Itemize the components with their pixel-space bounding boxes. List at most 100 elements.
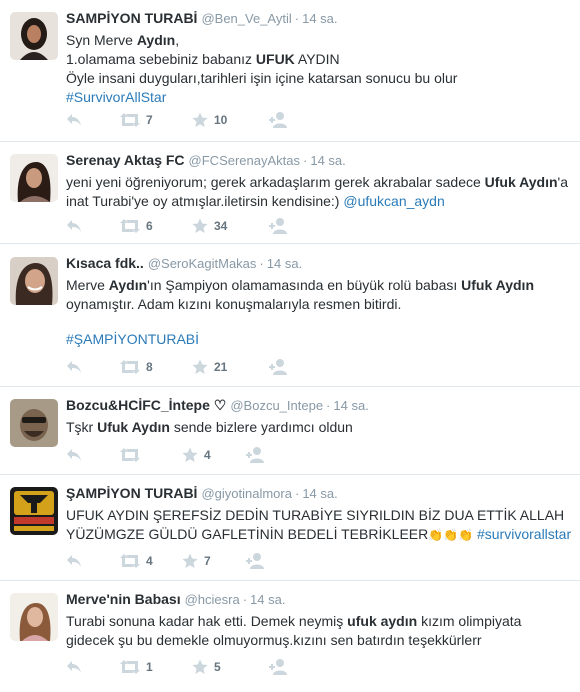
separator-dot: · — [326, 398, 331, 413]
retweet-button[interactable]: 7 — [120, 110, 153, 130]
timestamp[interactable]: 14 sa. — [310, 153, 345, 168]
reply-icon — [67, 661, 81, 673]
retweet-count: 4 — [146, 554, 153, 568]
timestamp[interactable]: 14 sa. — [250, 592, 285, 607]
timestamp[interactable]: 14 sa. — [302, 11, 337, 26]
follow-button[interactable] — [269, 216, 289, 236]
fullname[interactable]: Bozcu&HCİFC_İntepe ♡ — [66, 397, 226, 413]
reply-button[interactable] — [66, 357, 82, 377]
tweet[interactable]: ŞAMPİYON TURABİ @giyotinalmora · 14 sa. UFU… — [0, 475, 580, 581]
follow-button[interactable] — [269, 357, 289, 377]
follow-button[interactable] — [269, 110, 289, 130]
reply-button[interactable] — [66, 657, 82, 677]
tweet[interactable]: Kısaca fdk.. @SeroKagitMakas · 14 sa. Merve… — [0, 244, 580, 387]
retweet-icon — [120, 113, 140, 127]
text-segment: UFUK AYDIN ŞEREFSİZ DEDİN TURABİYE SIYRI… — [66, 507, 565, 523]
reply-button[interactable] — [66, 216, 82, 236]
follow-icon — [269, 218, 287, 234]
username[interactable]: @Bozcu_Intepe — [230, 398, 323, 413]
username[interactable]: @Ben_Ve_Aytil — [201, 11, 291, 26]
reply-icon — [67, 449, 81, 461]
follow-icon — [269, 659, 287, 675]
tweet-actions: 1 5 — [66, 657, 466, 677]
highlight: UFUK — [255, 51, 295, 67]
reply-button[interactable] — [66, 110, 82, 130]
tweet[interactable]: Merve'nin Babası @hciesra · 14 sa. Turabi s… — [0, 581, 580, 692]
avatar[interactable] — [10, 154, 58, 202]
tweet-actions: 4 — [66, 445, 466, 465]
username[interactable]: @hciesra — [185, 592, 240, 607]
fullname[interactable]: Merve'nin Babası — [66, 591, 181, 607]
retweet-button[interactable]: 4 — [120, 551, 153, 571]
retweet-count: 8 — [146, 360, 153, 374]
tweet-header: Merve'nin Babası @hciesra · 14 sa. — [66, 590, 572, 609]
avatar[interactable] — [10, 487, 58, 535]
retweet-count: 1 — [146, 660, 153, 674]
like-count: 5 — [214, 660, 221, 674]
mention-link[interactable]: @ufukcan_aydn — [343, 193, 444, 209]
separator-dot: · — [259, 256, 264, 271]
like-count: 21 — [214, 360, 228, 374]
follow-icon — [246, 553, 264, 569]
fullname[interactable]: Serenay Aktaş FC — [66, 152, 185, 168]
text-segment: Syn Merve — [66, 32, 137, 48]
tweet-header: Kısaca fdk.. @SeroKagitMakas · 14 sa. — [66, 254, 572, 273]
avatar[interactable] — [10, 12, 58, 60]
text-segment: gidecek şu bu demekle olmuyormuş.kızını … — [66, 632, 482, 648]
reply-icon — [67, 555, 81, 567]
follow-icon — [246, 447, 264, 463]
highlight: ufuk aydın — [347, 613, 418, 629]
fullname[interactable]: SAMPİYON TURABİ — [66, 10, 197, 26]
reply-button[interactable] — [66, 551, 82, 571]
star-icon — [192, 359, 208, 374]
username[interactable]: @giyotinalmora — [201, 486, 292, 501]
follow-button[interactable] — [246, 445, 266, 465]
star-icon — [192, 218, 208, 233]
like-button[interactable]: 34 — [192, 216, 227, 236]
tweet[interactable]: Serenay Aktaş FC @FCSerenayAktas · 14 sa. y… — [0, 142, 580, 244]
text-segment: , — [175, 32, 180, 48]
clapping-emoji: 👏👏👏 — [428, 528, 474, 542]
like-button[interactable]: 10 — [192, 110, 227, 130]
tweet-text: Merve Aydın'ın Şampiyon olamamasında en … — [66, 276, 572, 349]
hashtag-link[interactable]: #survivorallstar — [477, 526, 571, 542]
avatar[interactable] — [10, 593, 58, 641]
tweet[interactable]: SAMPİYON TURABİ @Ben_Ve_Aytil · 14 sa. Syn … — [0, 0, 580, 142]
reply-button[interactable] — [66, 445, 82, 465]
hashtag-link[interactable]: #ŞAMPİYONTURABİ — [66, 331, 199, 347]
username[interactable]: @SeroKagitMakas — [148, 256, 257, 271]
text-segment: inat Turabi'ye oy atmışlar.iletirsin ken… — [66, 193, 344, 209]
star-icon — [182, 553, 198, 568]
hashtag-link[interactable]: #SurvivorAllStar — [66, 89, 166, 105]
like-button[interactable]: 4 — [182, 445, 211, 465]
tweet[interactable]: Bozcu&HCİFC_İntepe ♡ @Bozcu_Intepe · 14 sa.… — [0, 387, 580, 475]
like-button[interactable]: 7 — [182, 551, 211, 571]
like-count: 10 — [214, 113, 228, 127]
retweet-button[interactable] — [120, 445, 140, 465]
like-button[interactable]: 21 — [192, 357, 227, 377]
follow-button[interactable] — [246, 551, 266, 571]
tweet-text: Turabi sonuna kadar hak etti. Demek neym… — [66, 612, 572, 650]
tweet-text: Syn Merve Aydın, 1.olamama sebebiniz bab… — [66, 31, 572, 107]
retweet-button[interactable]: 6 — [120, 216, 153, 236]
like-button[interactable]: 5 — [192, 657, 221, 677]
retweet-count: 7 — [146, 113, 153, 127]
retweet-button[interactable]: 8 — [120, 357, 153, 377]
text-segment: 'ın Şampiyon olamamasında en büyük rolü … — [147, 277, 462, 293]
fullname[interactable]: Kısaca fdk.. — [66, 255, 144, 271]
reply-icon — [67, 220, 81, 232]
avatar[interactable] — [10, 399, 58, 447]
timestamp[interactable]: 14 sa. — [302, 486, 337, 501]
reply-icon — [67, 361, 81, 373]
retweet-button[interactable]: 1 — [120, 657, 153, 677]
text-segment: Merve — [66, 277, 109, 293]
text-segment: kızım olimpiyata — [417, 613, 522, 629]
username[interactable]: @FCSerenayAktas — [189, 153, 300, 168]
fullname[interactable]: ŞAMPİYON TURABİ — [66, 485, 197, 501]
timestamp[interactable]: 14 sa. — [267, 256, 302, 271]
follow-icon — [269, 359, 287, 375]
follow-button[interactable] — [269, 657, 289, 677]
avatar[interactable] — [10, 257, 58, 305]
star-icon — [192, 112, 208, 127]
timestamp[interactable]: 14 sa. — [333, 398, 368, 413]
